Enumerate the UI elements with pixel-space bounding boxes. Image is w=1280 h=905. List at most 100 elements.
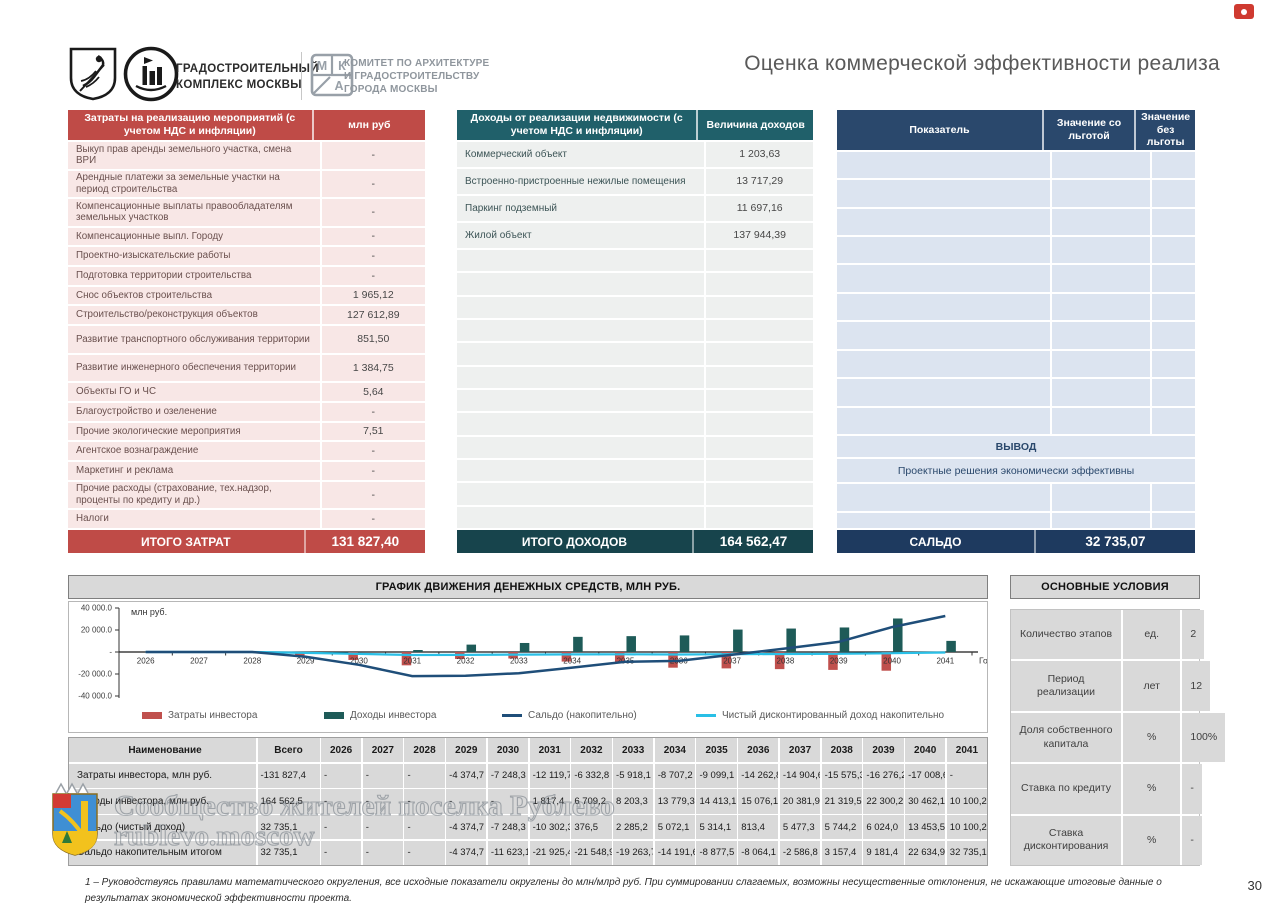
income-empty-value bbox=[704, 343, 813, 364]
indicator-empty-c2 bbox=[1050, 351, 1150, 377]
cashflow-header-year: 2036 bbox=[738, 738, 778, 762]
cost-row-label: Подготовка территории строительства bbox=[68, 267, 320, 285]
indicators-header-with-benefit: Значение со льготой bbox=[1042, 110, 1134, 150]
chart-x-category-label: 2028 bbox=[243, 657, 261, 666]
indicator-empty-c3 bbox=[1150, 513, 1195, 528]
income-empty-row bbox=[457, 367, 813, 388]
income-table-header: Доходы от реализации недвижимости (с уче… bbox=[457, 110, 813, 140]
chart-bar-income bbox=[946, 641, 956, 652]
indicator-empty-c3 bbox=[1150, 379, 1195, 405]
indicators-table: Показатель Значение со льготой Значение … bbox=[837, 110, 1195, 553]
indicator-empty-row bbox=[837, 265, 1195, 291]
condition-name: Количество этапов bbox=[1011, 610, 1121, 659]
cashflow-cell: 10 100,2 bbox=[947, 789, 987, 813]
indicator-empty-c1 bbox=[837, 209, 1050, 235]
cashflow-cell: - bbox=[404, 789, 444, 813]
indicator-empty-c2 bbox=[1050, 180, 1150, 206]
mka-letter-a: А bbox=[334, 79, 343, 93]
cashflow-header-year: 2038 bbox=[822, 738, 862, 762]
condition-unit: ед. bbox=[1121, 610, 1180, 659]
income-header-label: Доходы от реализации недвижимости (с уче… bbox=[457, 110, 696, 140]
income-empty-label bbox=[457, 413, 704, 434]
condition-unit: % bbox=[1121, 816, 1180, 865]
cashflow-cell: 13 779,3 bbox=[655, 789, 695, 813]
cashflow-cell: 10 100,2 bbox=[947, 815, 987, 839]
chart-y-tick-label: 20 000.0 bbox=[81, 626, 113, 635]
cashflow-cell: - bbox=[404, 841, 444, 865]
chart-bar-income bbox=[520, 643, 530, 652]
cashflow-cell: -14 191,6 bbox=[655, 841, 695, 865]
income-empty-label bbox=[457, 320, 704, 341]
cashflow-header-year: 2026 bbox=[321, 738, 361, 762]
indicators-header-without-benefit: Значение без льготы bbox=[1134, 110, 1195, 150]
vyvod-label: ВЫВОД bbox=[837, 436, 1195, 457]
conditions-title-bar: ОСНОВНЫЕ УСЛОВИЯ bbox=[1010, 575, 1200, 599]
cost-row: Агентское вознаграждение- bbox=[68, 442, 425, 460]
indicator-empty-c3 bbox=[1150, 180, 1195, 206]
cashflow-header-year: 2039 bbox=[863, 738, 903, 762]
cashflow-cell: 9 181,4 bbox=[863, 841, 903, 865]
income-row: Жилой объект137 944,39 bbox=[457, 223, 813, 248]
chart-bar-income bbox=[413, 650, 423, 652]
chart-bar-income bbox=[467, 645, 477, 652]
income-empty-value bbox=[704, 273, 813, 294]
cost-row-value: 1 965,12 bbox=[320, 287, 425, 305]
cost-row: Строительство/реконструкция объектов127 … bbox=[68, 306, 425, 324]
page-title: Оценка коммерческой эффективности реализ… bbox=[744, 52, 1220, 76]
cashflow-cell: 5 477,3 bbox=[780, 815, 820, 839]
indicator-empty-row bbox=[837, 484, 1195, 511]
indicators-table-header: Показатель Значение со льготой Значение … bbox=[837, 110, 1195, 150]
mka-letter-m: М bbox=[317, 59, 327, 73]
cost-row-value: 127 612,89 bbox=[320, 306, 425, 324]
cost-row-label: Прочие расходы (страхование, тех.надзор,… bbox=[68, 482, 320, 509]
mka-label: КОМИТЕТ ПО АРХИТЕКТУРЕ И ГРАДОСТРОИТЕЛЬС… bbox=[344, 57, 489, 97]
cashflow-cell: -8 877,5 bbox=[696, 841, 736, 865]
cost-row-value: - bbox=[320, 199, 425, 226]
cost-row-value: - bbox=[320, 267, 425, 285]
cashflow-cell: - bbox=[363, 789, 403, 813]
cost-row-value: - bbox=[320, 462, 425, 480]
cashflow-cell: 15 076,1 bbox=[738, 789, 778, 813]
cashflow-header-year: 2027 bbox=[363, 738, 403, 762]
cashflow-cell: -16 276,2 bbox=[863, 764, 903, 788]
chart-bar-income bbox=[626, 636, 636, 652]
cost-row-label: Благоустройство и озеленение bbox=[68, 403, 320, 421]
gradkompleks-label: ГРАДОСТРОИТЕЛЬНЫЙ КОМПЛЕКС МОСКВЫ bbox=[176, 62, 319, 93]
income-empty-row bbox=[457, 507, 813, 528]
saldo-value: 32 735,07 bbox=[1034, 530, 1195, 553]
indicator-empty-c2 bbox=[1050, 408, 1150, 434]
condition-value: - bbox=[1180, 816, 1202, 865]
cost-row: Прочие экологические мероприятия7,51 bbox=[68, 423, 425, 441]
chart-x-category-label: 2039 bbox=[830, 657, 848, 666]
cost-row: Компенсационные выпл. Городу- bbox=[68, 228, 425, 246]
footnote: 1 – Руководствуясь правилами математичес… bbox=[85, 875, 1195, 905]
gradkompleks-logo-icon bbox=[122, 45, 180, 103]
cashflow-row-total: -131 827,4 bbox=[258, 764, 320, 788]
cost-row-value: 851,50 bbox=[320, 326, 425, 353]
conditions-table: Количество этаповед.2Период реализацииле… bbox=[1010, 609, 1200, 866]
cashflow-header-year: 2032 bbox=[571, 738, 611, 762]
cashflow-cell: 5 314,1 bbox=[696, 815, 736, 839]
income-empty-value bbox=[704, 320, 813, 341]
condition-unit: % bbox=[1121, 764, 1180, 813]
cashflow-row-name: Затраты инвестора, млн руб. bbox=[69, 764, 256, 788]
cost-row-label: Проектно-изыскательские работы bbox=[68, 247, 320, 265]
indicator-empty-c1 bbox=[837, 408, 1050, 434]
legend-label: Сальдо (накопительно) bbox=[528, 710, 637, 721]
indicator-empty-c1 bbox=[837, 152, 1050, 178]
cashflow-cell: 1 817,4 bbox=[530, 789, 570, 813]
indicator-empty-row bbox=[837, 294, 1195, 320]
cost-row: Маркетинг и реклама- bbox=[68, 462, 425, 480]
cashflow-cell: 20 381,9 bbox=[780, 789, 820, 813]
cashflow-cell: -14 904,6 bbox=[780, 764, 820, 788]
indicator-empty-c2 bbox=[1050, 513, 1150, 528]
cashflow-header-year: 2041 bbox=[947, 738, 987, 762]
condition-row: Период реализациилет12 bbox=[1011, 661, 1199, 710]
cost-row: Арендные платежи за земельные участки на… bbox=[68, 171, 425, 198]
costs-total-label: ИТОГО ЗАТРАТ bbox=[68, 530, 304, 553]
cashflow-cell: 22 634,9 bbox=[905, 841, 945, 865]
cashflow-header-year: 2035 bbox=[696, 738, 736, 762]
income-table: Доходы от реализации недвижимости (с уче… bbox=[457, 110, 813, 553]
condition-name: Ставка дисконтирования bbox=[1011, 816, 1121, 865]
cashflow-cell: -9 099,1 bbox=[696, 764, 736, 788]
